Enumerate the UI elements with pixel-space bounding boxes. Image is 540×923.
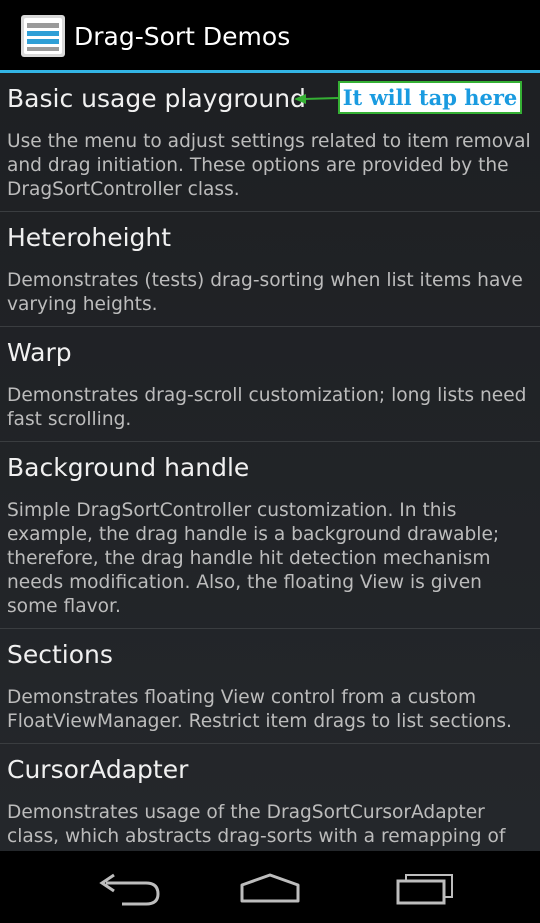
list-item-title: Heteroheight bbox=[7, 223, 172, 252]
list-item-title: Basic usage playground bbox=[7, 84, 306, 113]
recents-icon[interactable] bbox=[384, 867, 464, 907]
list-item-sections[interactable]: Sections Demonstrates floating View cont… bbox=[0, 629, 540, 744]
app-screen: Drag-Sort Demos Basic usage playground U… bbox=[0, 0, 540, 923]
demo-list[interactable]: Basic usage playground Use the menu to a… bbox=[0, 73, 540, 851]
list-lines-icon[interactable] bbox=[21, 15, 65, 57]
list-item-description: Demonstrates floating View control from … bbox=[7, 687, 512, 732]
list-item-cursor-adapter[interactable]: CursorAdapter Demonstrates usage of the … bbox=[0, 744, 540, 851]
list-item-description: Use the menu to adjust settings related … bbox=[7, 131, 531, 200]
action-bar: Drag-Sort Demos bbox=[0, 0, 540, 70]
home-icon[interactable] bbox=[230, 867, 310, 907]
list-item-heteroheight[interactable]: Heteroheight Demonstrates (tests) drag-s… bbox=[0, 212, 540, 327]
list-item-warp[interactable]: Warp Demonstrates drag-scroll customizat… bbox=[0, 327, 540, 442]
list-item-background-handle[interactable]: Background handle Simple DragSortControl… bbox=[0, 442, 540, 629]
list-item-description: Demonstrates drag-scroll customization; … bbox=[7, 385, 527, 430]
list-item-title: Sections bbox=[7, 640, 113, 669]
back-icon[interactable] bbox=[92, 867, 172, 907]
navigation-bar bbox=[0, 851, 540, 923]
list-item-description: Demonstrates usage of the DragSortCursor… bbox=[7, 802, 506, 847]
app-title: Drag-Sort Demos bbox=[74, 22, 291, 51]
list-item-description: Simple DragSortController customization.… bbox=[7, 500, 500, 617]
annotation-label: It will tap here bbox=[338, 81, 522, 114]
list-item-title: CursorAdapter bbox=[7, 755, 189, 784]
list-item-title: Warp bbox=[7, 338, 72, 367]
list-item-description: Demonstrates (tests) drag-sorting when l… bbox=[7, 270, 523, 315]
list-item-title: Background handle bbox=[7, 453, 250, 482]
